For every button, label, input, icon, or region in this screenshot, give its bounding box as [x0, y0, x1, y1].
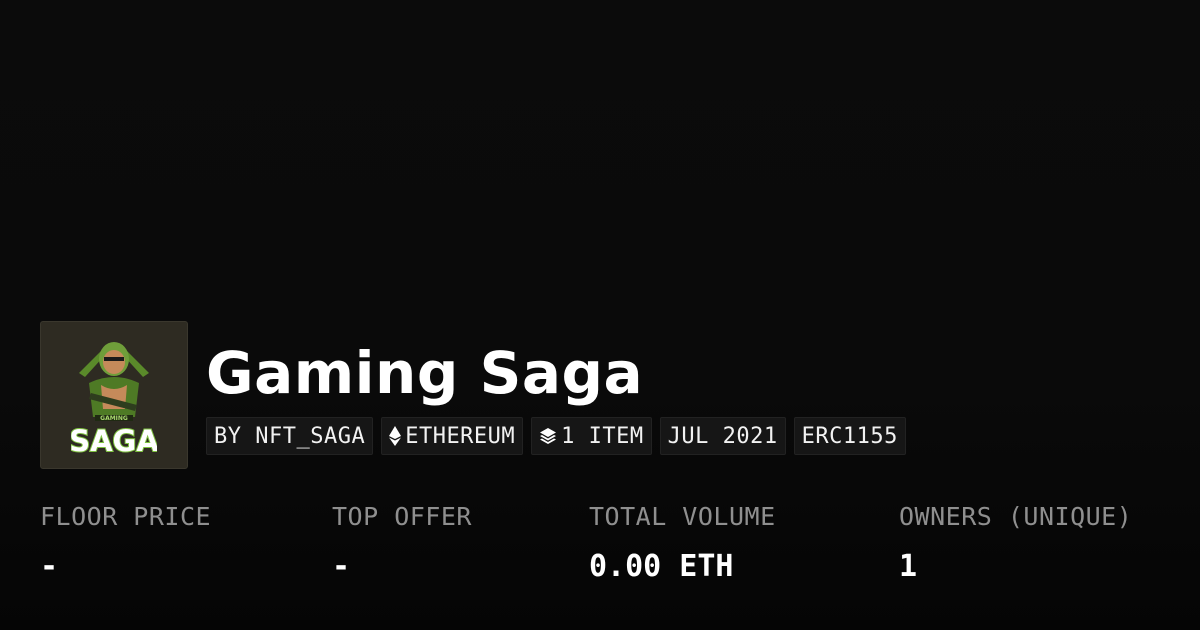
gaming-saga-logo: GAMING SAGA — [71, 342, 157, 457]
stat-total-volume: TOTAL VOLUME 0.00 ETH — [589, 502, 776, 584]
collection-meta-chips: BY NFT_SAGA ETHEREUM 1 ITEM JUL 2021 ERC… — [206, 417, 906, 455]
created-date-chip[interactable]: JUL 2021 — [659, 417, 786, 455]
stat-label: TOP OFFER — [332, 502, 472, 531]
svg-text:SAGA: SAGA — [71, 424, 157, 457]
stat-floor-price: FLOOR PRICE - — [40, 502, 211, 584]
stat-label: FLOOR PRICE — [40, 502, 212, 531]
stat-value: 1 — [899, 549, 918, 584]
creator-label: BY NFT_SAGA — [214, 423, 366, 449]
chain-chip[interactable]: ETHEREUM — [381, 417, 524, 455]
stat-value: - — [332, 549, 351, 584]
creator-chip[interactable]: BY NFT_SAGA — [206, 417, 374, 455]
stat-value: 0.00 ETH — [589, 549, 734, 584]
created-date-label: JUL 2021 — [667, 423, 778, 449]
items-count-chip[interactable]: 1 ITEM — [531, 417, 652, 455]
collection-info: Gaming Saga BY NFT_SAGA ETHEREUM 1 ITEM … — [206, 321, 906, 455]
collection-avatar[interactable]: GAMING SAGA — [40, 321, 188, 469]
stat-top-offer: TOP OFFER - — [332, 502, 472, 584]
ethereum-icon — [389, 426, 402, 446]
layers-icon — [539, 427, 557, 445]
collection-header: GAMING SAGA Gaming Saga BY NFT_SAGA ETHE… — [40, 321, 906, 469]
token-standard-label: ERC1155 — [801, 423, 898, 449]
chain-label: ETHEREUM — [405, 423, 516, 449]
collection-title: Gaming Saga — [206, 339, 644, 407]
collection-stats: FLOOR PRICE - TOP OFFER - TOTAL VOLUME 0… — [0, 502, 1200, 602]
stat-owners: OWNERS (UNIQUE) 1 — [899, 502, 1132, 584]
stat-value: - — [40, 549, 59, 584]
token-standard-chip[interactable]: ERC1155 — [793, 417, 906, 455]
stat-label: OWNERS (UNIQUE) — [899, 502, 1133, 531]
items-count-label: 1 ITEM — [561, 423, 644, 449]
stat-label: TOTAL VOLUME — [589, 502, 776, 531]
svg-text:GAMING: GAMING — [100, 415, 128, 422]
